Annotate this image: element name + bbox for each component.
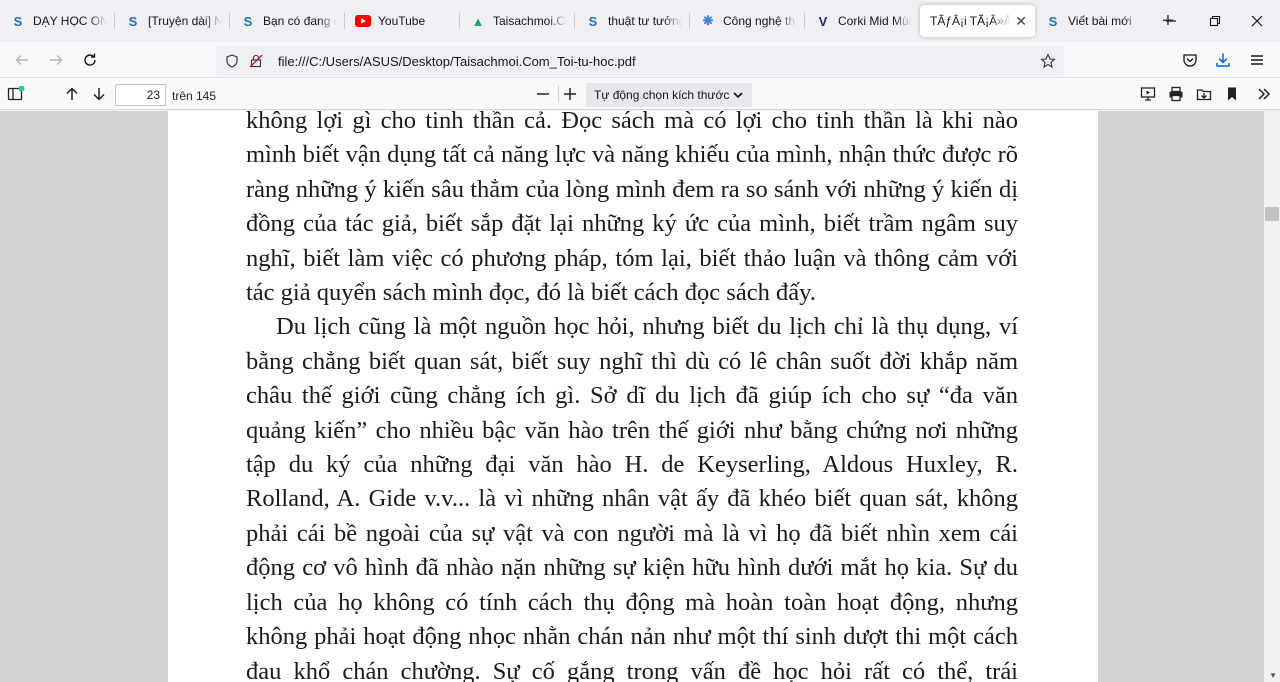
google-drive-icon: ▲ [471,13,485,29]
save-icon [1196,89,1212,101]
vertical-scrollbar[interactable]: ▼ [1264,111,1280,682]
page-count-label: trên 145 [172,89,217,103]
bookmark-button[interactable] [1219,81,1245,107]
tab-title: Bạn có đang ở [263,14,337,28]
page-text: không lợi gì cho tinh thần cả. Đọc sách … [246,111,1018,682]
printer-icon [1169,86,1183,102]
hamburger-menu-icon [1251,55,1263,65]
s-logo-icon: S [128,13,138,29]
print-button[interactable] [1163,81,1189,107]
tab-title: Taisachmoi.Com [493,14,567,28]
arrow-down-icon [93,88,105,101]
back-button[interactable] [8,46,36,74]
minus-icon [537,93,549,95]
youtube-icon [355,13,371,29]
s-logo-icon: S [13,13,23,29]
zoom-out-button[interactable] [530,81,556,107]
close-tab-icon[interactable]: ✕ [1015,13,1027,30]
download-icon [1216,53,1230,67]
insecure-lock-icon[interactable] [244,49,268,73]
tab-7[interactable]: ❋ Công nghệ thông tin [690,4,805,38]
minimize-icon [1166,20,1176,22]
close-window-button[interactable] [1236,0,1278,42]
tab-6[interactable]: Sthuật tư tưởng [575,4,690,38]
arrow-up-icon [66,87,78,100]
tools-menu-button[interactable] [1251,81,1277,107]
tab-title: Công nghệ thông tin [723,14,797,28]
tab-title: Viết bài mới [1068,14,1132,28]
tab-title: [Truyện dài] Nhật ký [148,14,222,28]
tab-title: thuật tư tưởng [608,14,682,28]
shield-icon[interactable] [220,49,244,73]
tab-title: YouTube [378,14,426,28]
toggle-sidebar-button[interactable] [3,81,29,107]
s-logo-icon: S [588,13,598,29]
tech-logo-icon: ❋ [702,13,714,28]
presentation-icon [1140,87,1156,101]
url-bar[interactable]: file:///C:/Users/ASUS/Desktop/Taisachmoi… [216,46,1064,76]
s-logo-icon: S [1048,13,1058,29]
tab-1[interactable]: S DẠY HỌC ONLINE [0,4,115,38]
double-chevron-right-icon [1258,88,1271,100]
tab-5[interactable]: ▲ Taisachmoi.Com [460,4,575,38]
restore-icon [1209,15,1221,27]
minimize-button[interactable] [1150,0,1192,42]
app-menu-button[interactable] [1243,46,1271,74]
pocket-button[interactable] [1176,46,1204,74]
previous-page-button[interactable] [59,81,85,107]
paragraph: không lợi gì cho tinh thần cả. Đọc sách … [246,111,1018,307]
tab-4[interactable]: YouTube [345,4,460,38]
save-button[interactable] [1191,81,1217,107]
bookmark-icon [1228,87,1236,101]
pdf-page: không lợi gì cho tinh thần cả. Đọc sách … [168,111,1098,682]
pdf-viewer[interactable]: không lợi gì cho tinh thần cả. Đọc sách … [0,111,1280,682]
back-arrow-icon [15,55,28,65]
scroll-down-arrow-icon[interactable]: ▼ [1269,671,1277,680]
v-logo-icon: V [818,13,828,29]
zoom-select-value: Tự động chọn kích thước [594,88,730,102]
zoom-in-button[interactable] [557,81,583,107]
sidebar-icon [7,86,25,101]
forward-arrow-icon [50,55,63,65]
bookmark-star-icon[interactable] [1036,49,1060,73]
forward-button[interactable] [42,46,70,74]
tab-2[interactable]: S [Truyện dài] Nhật ký [115,4,230,38]
reload-button[interactable] [76,46,104,74]
close-icon [1251,15,1263,27]
scrollbar-thumb[interactable] [1265,207,1279,221]
page-number-input[interactable]: 23 [115,84,166,106]
reload-icon [84,53,96,66]
zoom-select[interactable]: Tự động chọn kích thước [586,83,752,107]
tab-strip: S DẠY HỌC ONLINE S [Truyện dài] Nhật ký S Bạn… [0,0,1280,42]
tab-8[interactable]: V Corki Mid Mùa [805,4,920,38]
navigation-bar: file:///C:/Users/ASUS/Desktop/Taisachmoi… [0,42,1280,78]
tab-title: Corki Mid Mùa [838,14,912,28]
presentation-mode-button[interactable] [1135,81,1161,107]
pocket-icon [1183,54,1197,67]
next-page-button[interactable] [86,81,112,107]
tab-9[interactable]: TÃƒÂ¡i TÃ¡Â»Â± ✕ [920,5,1035,37]
downloads-button[interactable] [1209,46,1237,74]
tab-10[interactable]: S Viết bài mới [1035,4,1150,38]
tab-title: DẠY HỌC ONLINE [33,14,107,28]
plus-icon [564,88,576,100]
tab-title: TÃƒÂ¡i TÃ¡Â»Â± [930,14,1012,28]
restore-button[interactable] [1194,0,1236,42]
paragraph: Du lịch cũng là một nguồn học hỏi, nhưng… [246,313,1018,682]
url-text[interactable]: file:///C:/Users/ASUS/Desktop/Taisachmoi… [278,54,636,69]
tab-3[interactable]: S Bạn có đang ở [230,4,345,38]
s-logo-icon: S [243,13,253,29]
